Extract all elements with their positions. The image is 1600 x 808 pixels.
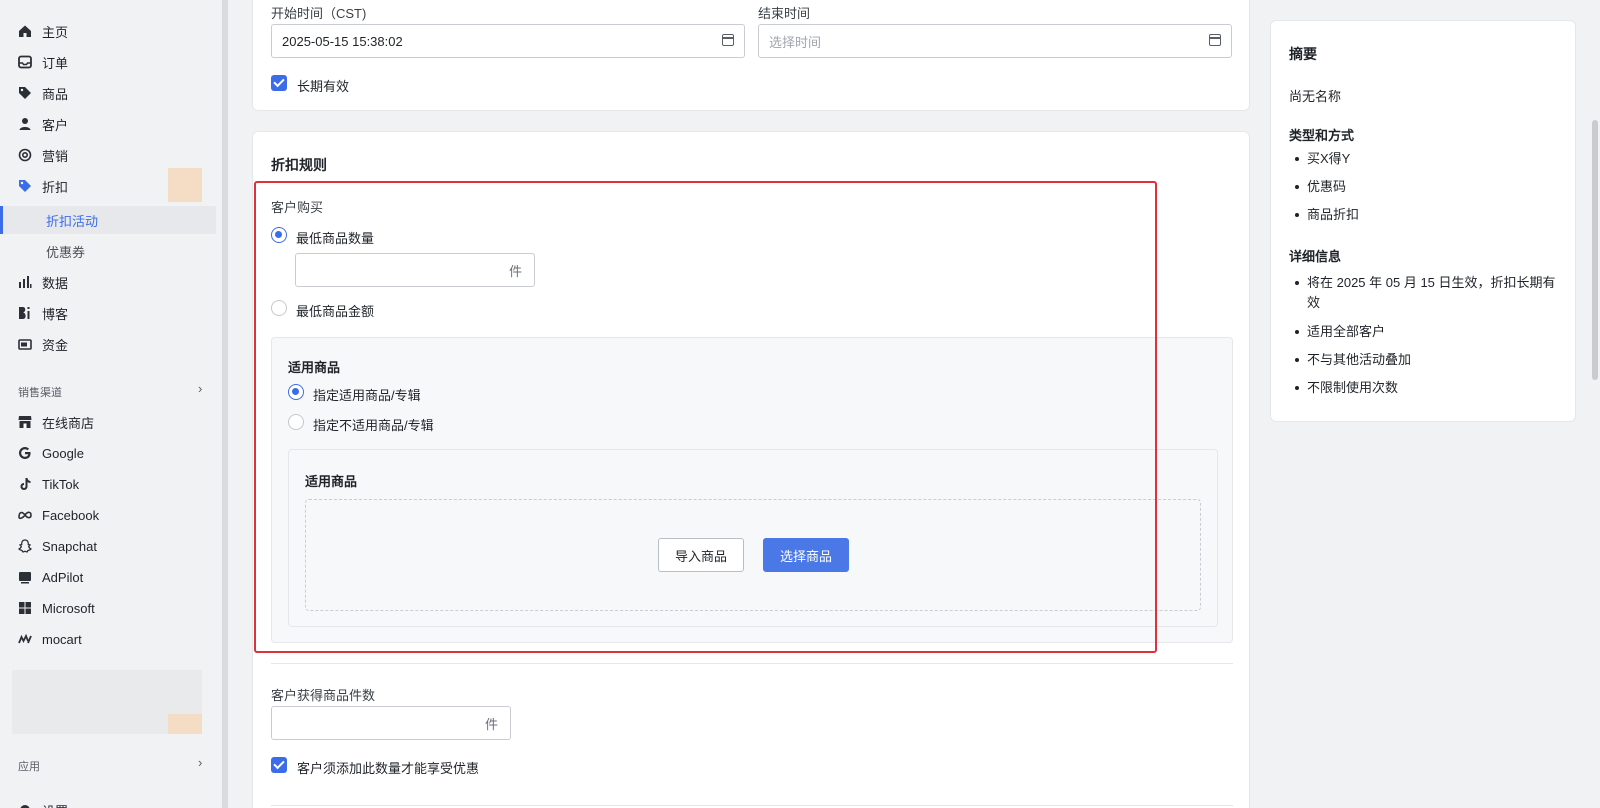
tag-icon bbox=[18, 86, 32, 100]
sidebar-item-label: Facebook bbox=[42, 507, 100, 523]
sidebar-item-coupons[interactable]: 优惠券 bbox=[0, 237, 216, 265]
summary-card: 摘要 尚无名称 类型和方式 买X得Y 优惠码 商品折扣 详细信息 将在 2025… bbox=[1270, 20, 1576, 422]
chevron-right-icon[interactable]: › bbox=[198, 381, 202, 396]
section-divider bbox=[271, 663, 1233, 664]
long-term-checkbox[interactable] bbox=[271, 75, 287, 91]
meta-icon bbox=[18, 508, 32, 522]
blurred-avatar bbox=[168, 168, 202, 202]
sales-channels-label: 销售渠道 bbox=[18, 387, 62, 399]
microsoft-icon bbox=[18, 601, 32, 615]
sidebar-item-label: 在线商店 bbox=[42, 415, 95, 431]
discount-rules-title: 折扣规则 bbox=[271, 157, 327, 173]
sidebar-item-snapchat[interactable]: Snapchat bbox=[0, 532, 216, 560]
end-time-label: 结束时间 bbox=[758, 6, 811, 21]
sidebar-item-label: 订单 bbox=[42, 55, 69, 71]
sidebar-item-finance[interactable]: 资金 bbox=[0, 330, 216, 358]
end-time-placeholder: 选择时间 bbox=[769, 34, 822, 50]
ad-icon bbox=[18, 570, 32, 584]
inbox-icon bbox=[18, 55, 32, 69]
sidebar: 主页 订单 商品 客户 营销 折扣 折扣活动 优惠券 数据 博客 资金 销售渠道… bbox=[0, 0, 224, 808]
summary-title: 摘要 bbox=[1289, 46, 1317, 62]
sidebar-item-products[interactable]: 商品 bbox=[0, 79, 216, 107]
summary-detail-item: 不与其他活动叠加 bbox=[1289, 350, 1559, 370]
sidebar-item-marketing[interactable]: 营销 bbox=[0, 141, 216, 169]
sidebar-item-mocart[interactable]: mocart bbox=[0, 625, 216, 653]
discount-icon bbox=[18, 179, 32, 193]
sidebar-item-google[interactable]: Google bbox=[0, 439, 216, 467]
end-time-input[interactable]: 选择时间 bbox=[758, 24, 1232, 58]
sidebar-item-orders[interactable]: 订单 bbox=[0, 48, 216, 76]
highlight-box bbox=[254, 181, 1157, 653]
mocart-icon bbox=[18, 632, 32, 646]
sidebar-item-microsoft[interactable]: Microsoft bbox=[0, 594, 216, 622]
gear-icon bbox=[18, 803, 32, 808]
person-icon bbox=[18, 117, 32, 131]
sidebar-item-label: 资金 bbox=[42, 337, 69, 353]
sidebar-item-label: 商品 bbox=[42, 86, 69, 102]
sidebar-item-label: 设置 bbox=[42, 801, 68, 808]
sidebar-item-label: 数据 bbox=[42, 275, 69, 291]
summary-detail-title: 详细信息 bbox=[1289, 249, 1342, 264]
sidebar-item-label: 折扣活动 bbox=[46, 213, 99, 229]
sidebar-item-label: Microsoft bbox=[42, 600, 95, 616]
apps-label: 应用 bbox=[18, 761, 40, 773]
page-scrollbar[interactable] bbox=[1592, 120, 1598, 380]
summary-type-item: 优惠码 bbox=[1289, 177, 1559, 197]
section-divider bbox=[271, 805, 1233, 806]
sidebar-item-label: Google bbox=[42, 445, 84, 461]
must-add-checkbox[interactable] bbox=[271, 757, 287, 773]
sidebar-item-label: TikTok bbox=[42, 476, 80, 492]
target-icon bbox=[18, 148, 32, 162]
summary-no-name: 尚无名称 bbox=[1289, 89, 1342, 104]
wallet-icon bbox=[18, 337, 32, 351]
must-add-label: 客户须添加此数量才能享受优惠 bbox=[297, 761, 480, 776]
get-qty-label: 客户获得商品件数 bbox=[271, 688, 376, 703]
start-time-label: 开始时间（CST) bbox=[271, 6, 367, 21]
calendar-icon bbox=[722, 34, 734, 46]
sidebar-item-label: AdPilot bbox=[42, 569, 84, 585]
sidebar-item-label: 营销 bbox=[42, 148, 69, 164]
sidebar-item-settings[interactable]: 设置 bbox=[0, 796, 216, 808]
start-time-input[interactable]: 2025-05-15 15:38:02 bbox=[271, 24, 745, 58]
summary-type-item: 商品折扣 bbox=[1289, 205, 1559, 225]
calendar-icon bbox=[1209, 34, 1221, 46]
summary-detail-item: 适用全部客户 bbox=[1289, 322, 1559, 342]
time-card: 开始时间（CST) 2025-05-15 15:38:02 结束时间 选择时间 … bbox=[252, 0, 1250, 111]
sidebar-item-home[interactable]: 主页 bbox=[0, 17, 216, 45]
sidebar-item-analytics[interactable]: 数据 bbox=[0, 268, 216, 296]
sidebar-item-label: Snapchat bbox=[42, 538, 97, 554]
summary-detail-item: 将在 2025 年 05 月 15 日生效，折扣长期有效 bbox=[1289, 273, 1559, 313]
get-qty-unit-suffix: 件 bbox=[484, 716, 498, 732]
get-qty-input[interactable]: 件 bbox=[271, 706, 511, 740]
bar-chart-icon bbox=[18, 275, 32, 289]
sidebar-item-label: 客户 bbox=[42, 117, 69, 133]
sidebar-item-tiktok[interactable]: TikTok bbox=[0, 470, 216, 498]
home-icon bbox=[18, 24, 32, 38]
sidebar-item-discount-activities[interactable]: 折扣活动 bbox=[0, 206, 216, 234]
tiktok-icon bbox=[18, 477, 32, 491]
summary-type-title: 类型和方式 bbox=[1289, 128, 1355, 143]
sidebar-item-label: 优惠券 bbox=[46, 244, 86, 260]
start-time-value: 2025-05-15 15:38:02 bbox=[282, 33, 403, 49]
google-icon bbox=[18, 446, 32, 460]
long-term-label: 长期有效 bbox=[297, 79, 350, 94]
sidebar-item-label: 博客 bbox=[42, 306, 69, 322]
sidebar-item-label: 主页 bbox=[42, 24, 69, 40]
sidebar-item-blog[interactable]: 博客 bbox=[0, 299, 216, 327]
summary-detail-item: 不限制使用次数 bbox=[1289, 378, 1559, 398]
sidebar-item-adpilot[interactable]: AdPilot bbox=[0, 563, 216, 591]
summary-type-item: 买X得Y bbox=[1289, 149, 1559, 169]
sidebar-item-label: 折扣 bbox=[42, 179, 69, 195]
blurred-region-accent bbox=[168, 714, 202, 734]
sidebar-scrollbar[interactable] bbox=[222, 0, 228, 808]
sidebar-item-online-store[interactable]: 在线商店 bbox=[0, 408, 216, 436]
sidebar-item-customers[interactable]: 客户 bbox=[0, 110, 216, 138]
snapchat-icon bbox=[18, 539, 32, 553]
store-icon bbox=[18, 415, 32, 429]
sidebar-item-facebook[interactable]: Facebook bbox=[0, 501, 216, 529]
sidebar-item-label: mocart bbox=[42, 631, 82, 647]
chevron-right-icon[interactable]: › bbox=[198, 755, 202, 770]
blog-icon bbox=[18, 306, 32, 320]
